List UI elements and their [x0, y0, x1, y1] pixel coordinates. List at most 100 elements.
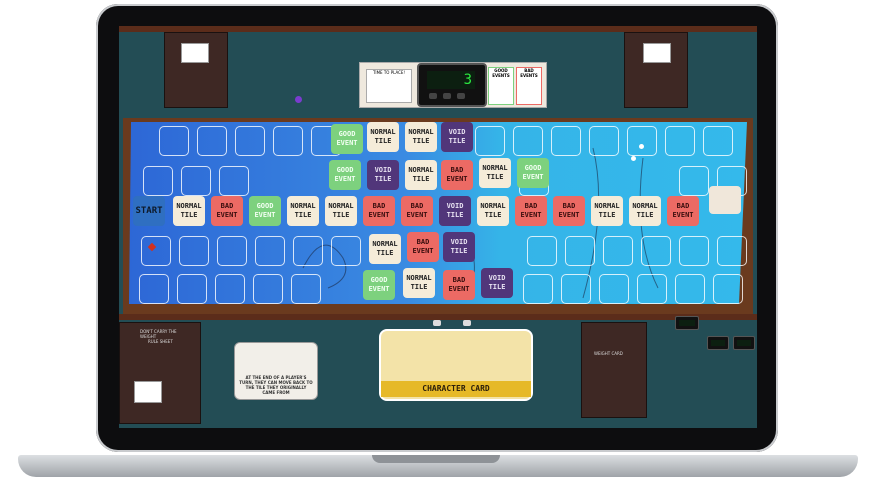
character-card[interactable]: CHARACTER CARD — [379, 329, 533, 401]
board-space[interactable] — [565, 236, 595, 266]
board-space[interactable] — [291, 274, 321, 304]
score-counter-screen — [679, 320, 695, 326]
normal-tile[interactable]: NORMAL TILE — [405, 160, 437, 190]
placing-deck[interactable]: TIME TO PLACE! — [366, 69, 412, 103]
board-space[interactable] — [235, 126, 265, 156]
pawn-token[interactable] — [463, 320, 471, 326]
player-mat-bottom-right[interactable]: WEIGHT CARD — [581, 322, 647, 418]
timer-button-2[interactable] — [443, 93, 451, 99]
purple-die[interactable] — [295, 96, 302, 103]
player-mat-top-right[interactable] — [624, 32, 688, 108]
normal-tile[interactable]: NORMAL TILE — [403, 268, 435, 298]
pawn-token[interactable] — [433, 320, 441, 326]
board-space[interactable] — [177, 274, 207, 304]
void-tile[interactable]: VOID TILE — [367, 160, 399, 190]
bad-event-tile[interactable]: BAD EVENT — [667, 196, 699, 226]
board-space[interactable] — [561, 274, 591, 304]
good-event-tile[interactable]: GOOD EVENT — [329, 160, 361, 190]
bad-event-tile[interactable]: BAD EVENT — [441, 160, 473, 190]
normal-tile[interactable]: NORMAL TILE — [173, 196, 205, 226]
good-event-tile[interactable]: GOOD EVENT — [331, 124, 363, 154]
bad-event-tile[interactable]: BAD EVENT — [407, 232, 439, 262]
player-figure-token[interactable] — [709, 186, 741, 214]
void-tile[interactable]: VOID TILE — [441, 122, 473, 152]
laptop-frame: TIME TO PLACE! GOOD EVENTS BAD EVENTS 3 — [0, 0, 874, 494]
score-counter[interactable] — [733, 336, 755, 350]
board-space[interactable] — [197, 126, 227, 156]
good-events-deck[interactable]: GOOD EVENTS — [488, 67, 514, 105]
board-space[interactable] — [679, 166, 709, 196]
board-space[interactable] — [717, 236, 747, 266]
board-space[interactable] — [139, 274, 169, 304]
weight-card-title: WEIGHT CARD — [594, 351, 623, 356]
bad-event-tile[interactable]: BAD EVENT — [515, 196, 547, 226]
normal-tile[interactable]: NORMAL TILE — [367, 122, 399, 152]
normal-tile[interactable]: NORMAL TILE — [477, 196, 509, 226]
board-space[interactable] — [159, 126, 189, 156]
board-space[interactable] — [215, 274, 245, 304]
board-space[interactable] — [143, 166, 173, 196]
void-tile[interactable]: VOID TILE — [439, 196, 471, 226]
normal-tile[interactable]: NORMAL TILE — [479, 158, 511, 188]
rules-title: DON'T CARRY THE WEIGHT — [140, 329, 177, 339]
normal-tile[interactable]: NORMAL TILE — [591, 196, 623, 226]
board-space[interactable] — [679, 236, 709, 266]
board-space[interactable] — [331, 236, 361, 266]
normal-tile[interactable]: NORMAL TILE — [369, 234, 401, 264]
board-space[interactable] — [665, 126, 695, 156]
normal-tile[interactable]: NORMAL TILE — [325, 196, 357, 226]
board-space[interactable] — [675, 274, 705, 304]
board-space[interactable] — [181, 166, 211, 196]
mat-card-top-left — [181, 43, 209, 63]
board-space[interactable] — [599, 274, 629, 304]
normal-tile[interactable]: NORMAL TILE — [629, 196, 661, 226]
bad-event-tile[interactable]: BAD EVENT — [443, 270, 475, 300]
board-space[interactable] — [627, 126, 657, 156]
rules-mat-left[interactable]: DON'T CARRY THE WEIGHT RULE SHEET — [119, 322, 201, 424]
bad-event-tile[interactable]: BAD EVENT — [553, 196, 585, 226]
white-die[interactable] — [639, 144, 644, 149]
board-space[interactable] — [179, 236, 209, 266]
timer-button-3[interactable] — [457, 93, 465, 99]
bad-event-tile[interactable]: BAD EVENT — [401, 196, 433, 226]
normal-tile[interactable]: NORMAL TILE — [287, 196, 319, 226]
board-space[interactable] — [217, 236, 247, 266]
timer-button-1[interactable] — [429, 93, 437, 99]
good-event-tile[interactable]: GOOD EVENT — [517, 158, 549, 188]
board-space[interactable] — [293, 236, 323, 266]
board-space[interactable] — [141, 236, 171, 266]
board-space[interactable] — [589, 126, 619, 156]
turn-timer[interactable]: 3 — [417, 63, 487, 107]
normal-tile[interactable]: NORMAL TILE — [405, 122, 437, 152]
board-space[interactable] — [219, 166, 249, 196]
void-tile[interactable]: VOID TILE — [481, 268, 513, 298]
board-space[interactable] — [527, 236, 557, 266]
board-space[interactable] — [273, 126, 303, 156]
bad-event-tile[interactable]: BAD EVENT — [363, 196, 395, 226]
board-space[interactable] — [637, 274, 667, 304]
board-space[interactable] — [513, 126, 543, 156]
board-space[interactable] — [253, 274, 283, 304]
board-space[interactable] — [703, 126, 733, 156]
board-space[interactable] — [475, 126, 505, 156]
laptop-notch — [372, 455, 500, 463]
event-card[interactable]: AT THE END OF A PLAYER'S TURN, THEY CAN … — [234, 342, 318, 400]
void-tile[interactable]: VOID TILE — [443, 232, 475, 262]
good-event-tile[interactable]: GOOD EVENT — [249, 196, 281, 226]
score-counter[interactable] — [675, 316, 699, 330]
board-space[interactable] — [551, 126, 581, 156]
board-space[interactable] — [523, 274, 553, 304]
game-screen[interactable]: TIME TO PLACE! GOOD EVENTS BAD EVENTS 3 — [119, 26, 757, 428]
board-space[interactable] — [255, 236, 285, 266]
bad-events-deck[interactable]: BAD EVENTS — [516, 67, 542, 105]
board-space[interactable] — [641, 236, 671, 266]
board-space[interactable] — [713, 274, 743, 304]
good-event-tile[interactable]: GOOD EVENT — [363, 270, 395, 300]
white-die[interactable] — [631, 156, 636, 161]
board-space[interactable] — [603, 236, 633, 266]
timer-display: 3 — [427, 71, 475, 89]
start-tile[interactable]: START — [133, 196, 165, 226]
bad-event-tile[interactable]: BAD EVENT — [211, 196, 243, 226]
player-mat-top-left[interactable] — [164, 32, 228, 108]
score-counter[interactable] — [707, 336, 729, 350]
